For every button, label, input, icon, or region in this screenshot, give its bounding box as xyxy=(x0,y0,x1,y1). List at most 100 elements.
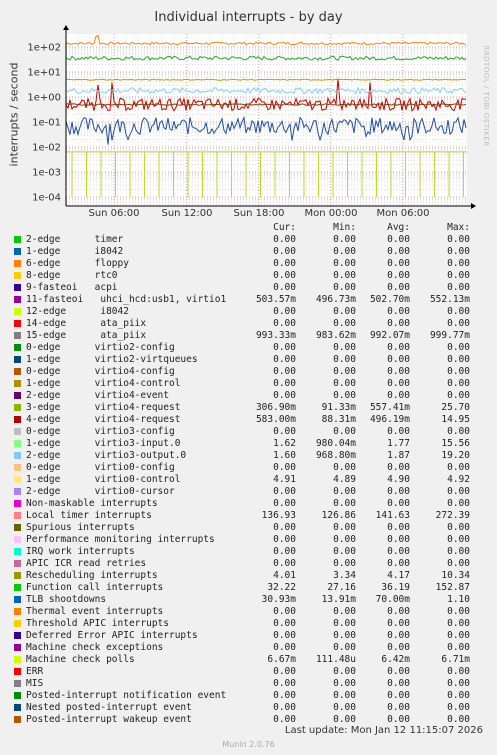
legend-swatch xyxy=(14,452,21,459)
legend-swatch xyxy=(14,668,21,675)
legend-row: Rescheduling interrupts 4.01 3.34 4.17 10.34 xyxy=(0,570,497,582)
legend-label: Spurious interrupts xyxy=(26,522,135,533)
legend-swatch xyxy=(14,632,21,639)
legend-label: 2-edge virtio3-output.0 xyxy=(26,450,187,461)
legend-swatch xyxy=(14,680,21,687)
legend-row: 4-edge virtio4-request 583.00m 88.31m 496.1… xyxy=(0,414,497,426)
legend-max-value: 0.00 xyxy=(447,306,470,317)
legend-swatch xyxy=(14,524,21,531)
legend-row: Non-maskable interrupts 0.00 0.00 0.00 0.00 xyxy=(0,498,497,510)
legend-swatch xyxy=(14,584,21,591)
legend-swatch xyxy=(14,236,21,243)
legend-label: 0-edge virtio2-config xyxy=(26,342,175,353)
legend-max-value: 272.39 xyxy=(435,510,470,521)
legend-row: 9-fasteoi acpi 0.00 0.00 0.00 0.00 xyxy=(0,282,497,294)
legend-row: 0-edge virtio0-config 0.00 0.00 0.00 0.00 xyxy=(0,462,497,474)
legend-max-value: 0.00 xyxy=(447,666,470,677)
legend-swatch xyxy=(14,284,21,291)
y-tick-label: 1e+01 xyxy=(27,68,61,79)
legend-swatch xyxy=(14,536,21,543)
legend-row: Machine check polls 6.67m 111.48u 6.42m 6.71… xyxy=(0,654,497,666)
legend-label: Non-maskable interrupts xyxy=(26,498,158,509)
legend-swatch xyxy=(14,248,21,255)
x-tick-label: Sun 18:00 xyxy=(233,208,284,219)
legend-swatch xyxy=(14,320,21,327)
legend-swatch xyxy=(14,608,21,615)
legend-row: 2-edge virtio3-output.0 1.60 968.80m 1.87 19… xyxy=(0,450,497,462)
legend-row: MIS 0.00 0.00 0.00 0.00 xyxy=(0,678,497,690)
y-tick-labels: 1e+02 1e+01 1e+00 1e-01 1e-02 1e-03 1e-04 xyxy=(27,43,61,204)
x-tick-label: Mon 06:00 xyxy=(376,208,429,219)
legend-max-value: 0.00 xyxy=(447,546,470,557)
legend-max-value: 0.00 xyxy=(447,534,470,545)
legend-max-value: 0.00 xyxy=(447,246,470,257)
header-max: Max: xyxy=(447,222,470,233)
last-update: Last update: Mon Jan 12 11:15:07 2026 xyxy=(284,725,483,736)
legend-label: Machine check polls xyxy=(26,654,135,665)
legend-label: Threshold APIC interrupts xyxy=(26,618,169,629)
legend-label: 2-edge virtio0-cursor xyxy=(26,486,175,497)
legend-swatch xyxy=(14,704,21,711)
legend-swatch xyxy=(14,260,21,267)
legend-max-value: 0.00 xyxy=(447,486,470,497)
legend-swatch xyxy=(14,656,21,663)
legend-label: 0-edge virtio0-config xyxy=(26,462,175,473)
legend-label: 2-edge timer xyxy=(26,234,124,245)
legend-swatch xyxy=(14,560,21,567)
legend-row: APIC ICR read retries 0.00 0.00 0.00 0.00 xyxy=(0,558,497,570)
legend-swatch xyxy=(14,380,21,387)
legend-header: Cur: Min: Avg: Max: xyxy=(0,222,497,234)
legend-swatch xyxy=(14,296,21,303)
legend-swatch xyxy=(14,488,21,495)
legend-row: Nested posted-interrupt event 0.00 0.00 0.0… xyxy=(0,702,497,714)
legend-row: 0-edge virtio4-config 0.00 0.00 0.00 0.00 xyxy=(0,366,497,378)
legend-max-value: 0.00 xyxy=(447,234,470,245)
legend-label: 8-edge rtc0 xyxy=(26,270,118,281)
legend-swatch xyxy=(14,512,21,519)
legend-row: Deferred Error APIC interrupts 0.00 0.00 0.… xyxy=(0,630,497,642)
legend-max-value: 0.00 xyxy=(447,354,470,365)
legend-max-value: 0.00 xyxy=(447,522,470,533)
y-tick-label: 1e-04 xyxy=(32,193,61,204)
legend-label: MIS xyxy=(26,678,44,689)
legend-row: Threshold APIC interrupts 0.00 0.00 0.00 0.0… xyxy=(0,618,497,630)
legend-row: 14-edge ata_piix 0.00 0.00 0.00 0.00 xyxy=(0,318,497,330)
y-tick-label: 1e-02 xyxy=(32,143,61,154)
x-tick-label: Mon 00:00 xyxy=(304,208,357,219)
x-axis-arrow xyxy=(471,203,476,209)
legend-label: Rescheduling interrupts xyxy=(26,570,158,581)
legend-max-value: 0.00 xyxy=(447,258,470,269)
legend-label: 9-fasteoi acpi xyxy=(26,282,118,293)
legend-swatch xyxy=(14,716,21,723)
legend-label: 6-edge floppy xyxy=(26,258,129,269)
legend-label: 4-edge virtio4-request xyxy=(26,414,181,425)
x-tick-label: Sun 06:00 xyxy=(88,208,139,219)
legend-max-value: 552.13m xyxy=(429,294,470,305)
legend-swatch xyxy=(14,428,21,435)
legend-label: Performance monitoring interrupts xyxy=(26,534,215,545)
legend-row: Machine check exceptions 0.00 0.00 0.00 0.00 xyxy=(0,642,497,654)
x-tick-label: Sun 12:00 xyxy=(161,208,212,219)
legend-max-value: 6.71m xyxy=(441,654,470,665)
legend-swatch xyxy=(14,416,21,423)
legend-row: 0-edge virtio3-config 0.00 0.00 0.00 0.00 xyxy=(0,426,497,438)
legend-label: 1-edge i8042 xyxy=(26,246,124,257)
y-tick-label: 1e-03 xyxy=(32,168,61,179)
legend-label: Posted-interrupt wakeup event xyxy=(26,714,192,725)
legend-label: TLB shootdowns xyxy=(26,594,107,605)
legend-label: 1-edge virtio3-input.0 xyxy=(26,438,181,449)
legend-swatch xyxy=(14,620,21,627)
legend-max-value: 0.00 xyxy=(447,642,470,653)
legend-max-value: 999.77m xyxy=(429,330,470,341)
legend-row: 1-edge virtio0-control 4.91 4.89 4.90 4.92 xyxy=(0,474,497,486)
legend-label: 0-edge virtio3-config xyxy=(26,426,175,437)
legend-label: ERR xyxy=(26,666,44,677)
legend-row: 1-edge virtio4-control 0.00 0.00 0.00 0.00 xyxy=(0,378,497,390)
legend-row: Thermal event interrupts 0.00 0.00 0.00 0.00 xyxy=(0,606,497,618)
chart-plot: 1e+02 1e+01 1e+00 1e-01 1e-02 1e-03 1e-04 Sun … xyxy=(27,25,476,219)
legend-label: 14-edge ata_piix xyxy=(26,318,147,329)
legend-max-value: 152.87 xyxy=(435,582,470,593)
y-tick-label: 1e+00 xyxy=(27,93,61,104)
legend-label: Local timer interrupts xyxy=(26,510,152,521)
legend-max-value: 0.00 xyxy=(447,426,470,437)
